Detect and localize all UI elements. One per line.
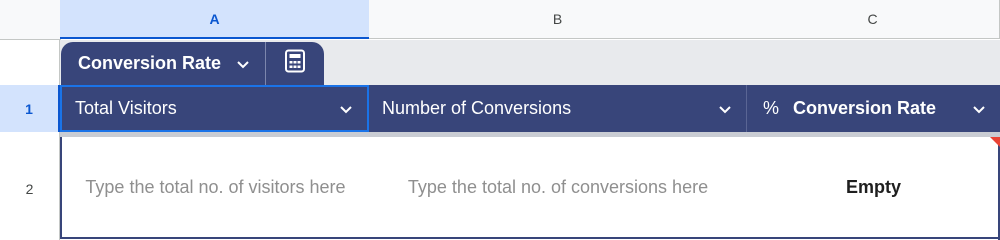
column-header-c[interactable]: C (746, 0, 1000, 39)
table-name-label: Conversion Rate (78, 53, 222, 73)
row-gutter-separator (0, 132, 60, 137)
cell-total-visitors[interactable]: Type the total no. of visitors here (62, 137, 369, 237)
chevron-down-icon[interactable] (964, 101, 994, 117)
chevron-down-icon[interactable] (710, 101, 740, 117)
calculator-icon (284, 49, 306, 78)
row-gutter-spacer (0, 40, 60, 85)
chevron-down-icon (235, 56, 251, 72)
column-header-b[interactable]: B (369, 0, 747, 39)
header-label: Total Visitors (75, 98, 177, 118)
table-tab: Conversion Rate (61, 42, 325, 85)
column-header-bar: A B C (0, 0, 1000, 40)
table-data-row: Type the total no. of visitors here Type… (60, 137, 1000, 239)
chevron-down-icon[interactable] (331, 101, 361, 117)
header-cell-conversion-rate[interactable]: % Conversion Rate (747, 85, 1000, 132)
cell-number-of-conversions[interactable]: Type the total no. of conversions here (369, 137, 747, 237)
column-header-a[interactable]: A (60, 0, 370, 39)
select-all-corner[interactable] (0, 0, 61, 40)
percent-type-icon: % (763, 98, 780, 118)
row-header-2[interactable]: 2 (0, 137, 60, 240)
row-header-1[interactable]: 1 (0, 85, 60, 132)
table-name-button[interactable]: Conversion Rate (61, 42, 265, 85)
calculator-button[interactable] (266, 42, 324, 85)
comment-flag-icon[interactable] (990, 137, 1000, 147)
header-label: Number of Conversions (382, 98, 572, 118)
cell-conversion-rate[interactable]: Empty (747, 137, 1000, 237)
table-header-row: Total Visitors Number of Conversions % C… (60, 85, 1000, 132)
header-cell-number-of-conversions[interactable]: Number of Conversions (369, 85, 747, 132)
header-label: Conversion Rate (793, 98, 937, 118)
header-cell-total-visitors[interactable]: Total Visitors (60, 85, 369, 132)
